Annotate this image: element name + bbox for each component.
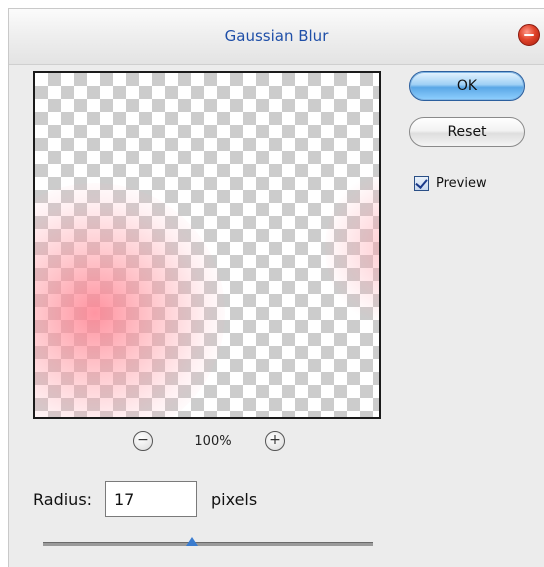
zoom-out-icon[interactable]: − [133, 431, 153, 451]
zoom-level: 100% [194, 434, 232, 449]
zoom-controls: − 100% + [33, 429, 381, 455]
radius-label: Radius: [33, 490, 93, 509]
slider-thumb-icon[interactable] [185, 537, 198, 546]
radius-unit-label: pixels [211, 490, 258, 509]
dialog-title: Gaussian Blur [224, 27, 329, 45]
title-bar[interactable]: Gaussian Blur [9, 9, 544, 65]
preview-area[interactable] [33, 71, 381, 419]
checkbox-checked-icon[interactable] [414, 176, 429, 191]
reset-button[interactable]: Reset [409, 117, 525, 147]
gaussian-blur-dialog: Gaussian Blur − 100% + OK Reset Preview … [8, 8, 544, 567]
ok-button[interactable]: OK [409, 71, 525, 101]
blurred-shape-right [325, 163, 379, 333]
zoom-in-icon[interactable]: + [265, 431, 285, 451]
slider-track[interactable] [43, 542, 373, 546]
radius-slider[interactable] [43, 537, 373, 551]
close-icon[interactable] [518, 24, 540, 46]
radius-input[interactable] [105, 481, 197, 517]
blurred-shape-left [35, 183, 225, 417]
preview-label: Preview [436, 176, 487, 191]
